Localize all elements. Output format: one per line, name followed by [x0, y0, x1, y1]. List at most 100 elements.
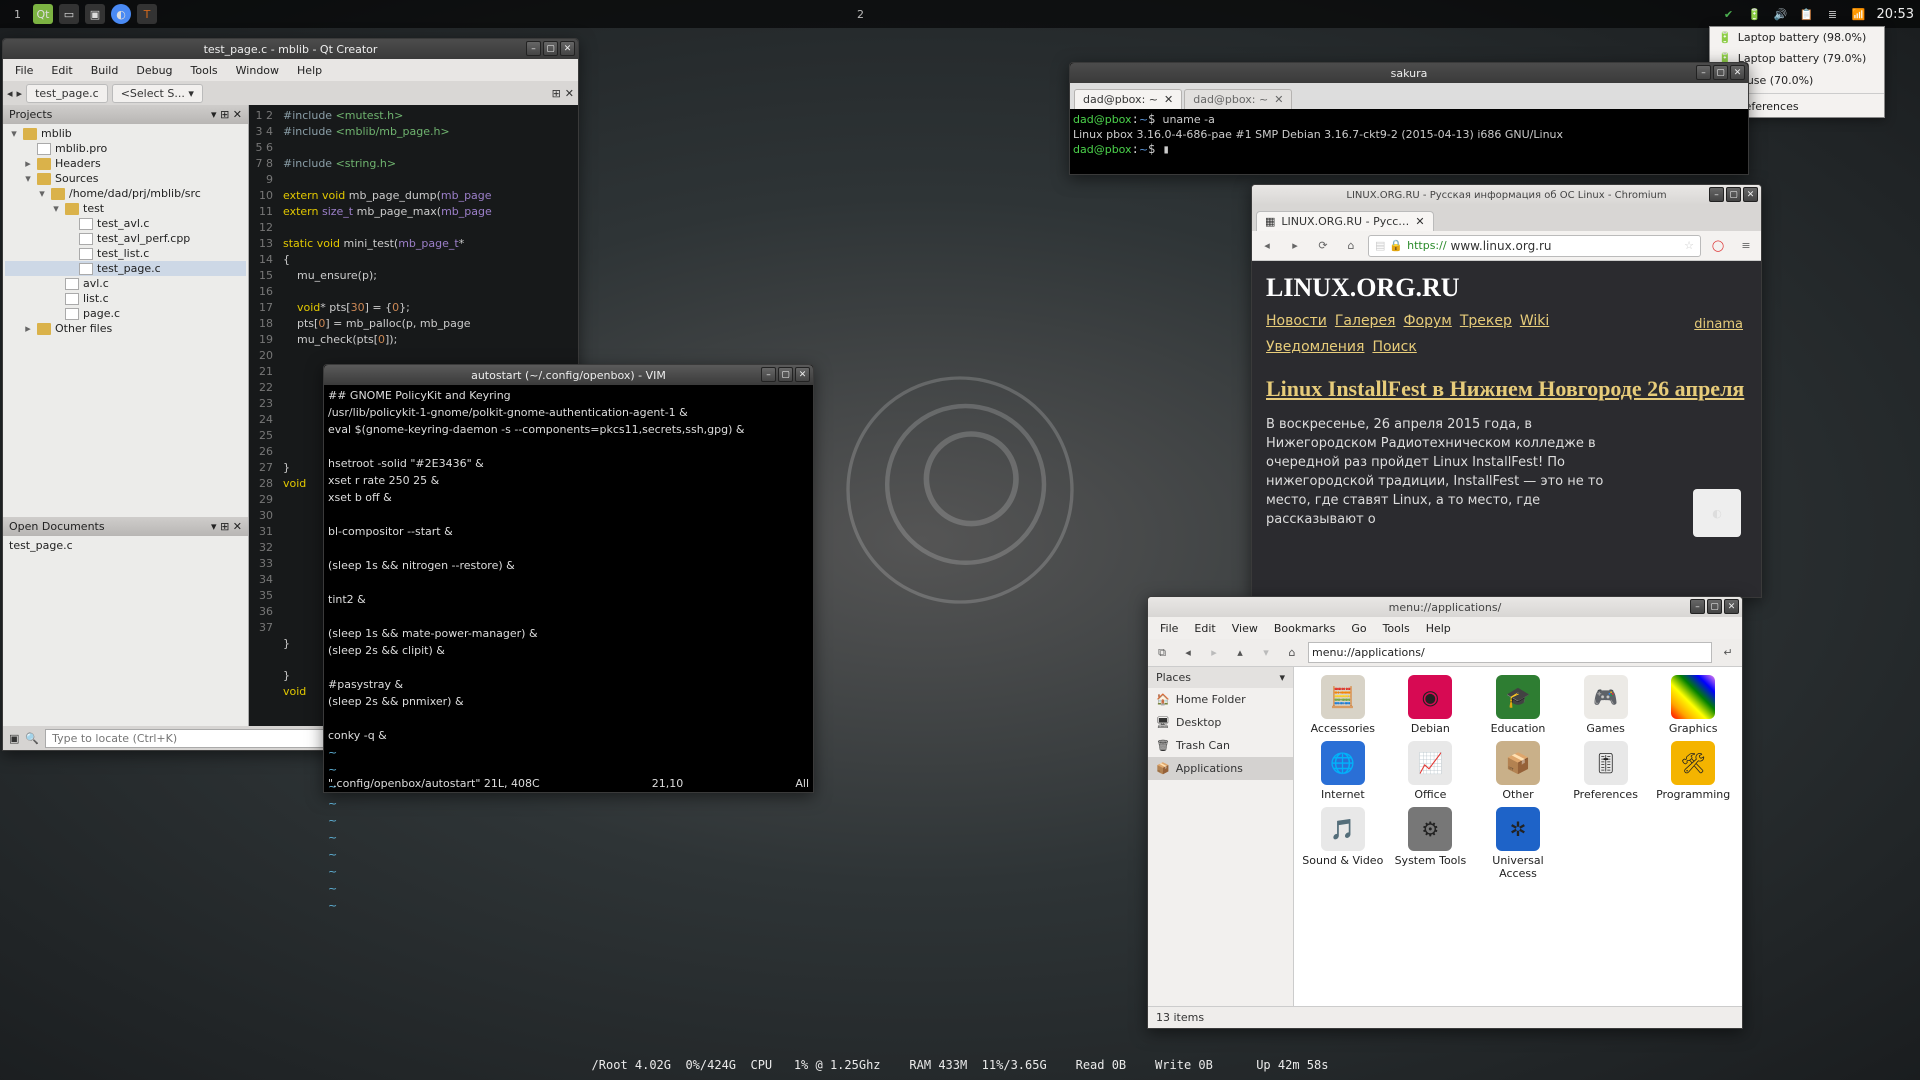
tray-clipboard-icon[interactable]: 📋: [1799, 6, 1815, 22]
app-chromium-icon[interactable]: ◐: [111, 4, 131, 24]
menu-go[interactable]: Go: [1343, 620, 1374, 637]
place-home-folder[interactable]: 🏠Home Folder: [1148, 688, 1293, 711]
menu-edit[interactable]: Edit: [1186, 620, 1223, 637]
menu-tools[interactable]: Tools: [1375, 620, 1418, 637]
nav-back-icon[interactable]: ◂: [1178, 643, 1198, 663]
tree-node[interactable]: ▸Headers: [5, 156, 246, 171]
minimize-button[interactable]: –: [1709, 187, 1724, 202]
close-button[interactable]: ✕: [1724, 599, 1739, 614]
vim-titlebar[interactable]: autostart (~/.config/openbox) - VIM – ▢ …: [324, 365, 813, 385]
tray-volume-icon[interactable]: 🔊: [1773, 6, 1789, 22]
nav-link[interactable]: Новости: [1266, 313, 1327, 329]
browser-tab[interactable]: ▦LINUX.ORG.RU - Русс…✕: [1256, 211, 1434, 231]
close-button[interactable]: ✕: [1743, 187, 1758, 202]
nav-fwd-icon[interactable]: ▸: [1204, 643, 1224, 663]
app-programming[interactable]: 🛠Programming: [1652, 741, 1734, 801]
nav-link[interactable]: Уведомления: [1266, 339, 1364, 355]
app-graphics[interactable]: Graphics: [1652, 675, 1734, 735]
editor-tab[interactable]: test_page.c: [26, 84, 108, 103]
tree-node[interactable]: ▸Other files: [5, 321, 246, 336]
panel-controls[interactable]: ▾ ⊞ ✕: [211, 520, 242, 533]
tree-node[interactable]: page.c: [5, 306, 246, 321]
app-internet[interactable]: 🌐Internet: [1302, 741, 1384, 801]
close-button[interactable]: ✕: [560, 41, 575, 56]
terminal-tab[interactable]: dad@pbox: ~✕: [1184, 89, 1292, 109]
app-editor-icon[interactable]: T: [137, 4, 157, 24]
place-applications[interactable]: 📦Applications: [1148, 757, 1293, 780]
open-documents-list[interactable]: test_page.c: [3, 536, 248, 726]
username-link[interactable]: dinama: [1694, 317, 1743, 332]
app-games[interactable]: 🎮Games: [1565, 675, 1647, 735]
maximize-button[interactable]: ▢: [1707, 599, 1722, 614]
app-accessories[interactable]: 🧮Accessories: [1302, 675, 1384, 735]
panel-controls[interactable]: ▾ ⊞ ✕: [211, 108, 242, 121]
nav-back-icon[interactable]: ◂: [7, 87, 13, 100]
tree-node[interactable]: avl.c: [5, 276, 246, 291]
menu-tools[interactable]: Tools: [183, 62, 226, 79]
maximize-button[interactable]: ▢: [778, 367, 793, 382]
tree-node[interactable]: test_avl.c: [5, 216, 246, 231]
menu-help[interactable]: Help: [1418, 620, 1459, 637]
menu-edit[interactable]: Edit: [43, 62, 80, 79]
nav-down-icon[interactable]: ▾: [1256, 643, 1276, 663]
tray-sync-icon[interactable]: ✔: [1721, 6, 1737, 22]
home-button[interactable]: ⌂: [1340, 235, 1362, 257]
select-symbol-dropdown[interactable]: <Select S... ▾: [112, 84, 203, 103]
site-logo[interactable]: LINUX.ORG.RU: [1266, 273, 1747, 303]
extension-icon[interactable]: ◯: [1707, 235, 1729, 257]
menu-icon[interactable]: ≡: [1735, 235, 1757, 257]
place-trash-can[interactable]: 🗑Trash Can: [1148, 734, 1293, 757]
clock[interactable]: 20:53: [1877, 7, 1914, 22]
app-other[interactable]: 📦Other: [1477, 741, 1559, 801]
app-sound---video[interactable]: 🎵Sound & Video: [1302, 807, 1384, 880]
path-input[interactable]: [1308, 642, 1712, 663]
terminal-output[interactable]: dad@pbox:~$ uname -a Linux pbox 3.16.0-4…: [1070, 109, 1748, 160]
maximize-button[interactable]: ▢: [543, 41, 558, 56]
nav-link[interactable]: Форум: [1403, 313, 1451, 329]
tree-node[interactable]: ▾test: [5, 201, 246, 216]
sakura-titlebar[interactable]: sakura – ▢ ✕: [1070, 63, 1748, 83]
bookmark-star-icon[interactable]: ☆: [1684, 239, 1694, 252]
chevron-down-icon[interactable]: ▾: [1279, 671, 1285, 684]
nav-link[interactable]: Трекер: [1460, 313, 1512, 329]
tray-network-icon[interactable]: ≣: [1825, 6, 1841, 22]
vim-buffer[interactable]: ## GNOME PolicyKit and Keyring /usr/lib/…: [324, 385, 813, 916]
tab-close-icon[interactable]: ✕: [1164, 93, 1173, 106]
qtcreator-titlebar[interactable]: test_page.c - mblib - Qt Creator – ▢ ✕: [3, 39, 578, 59]
app-files-icon[interactable]: ▭: [59, 4, 79, 24]
close-button[interactable]: ✕: [795, 367, 810, 382]
tree-node[interactable]: test_list.c: [5, 246, 246, 261]
close-tab-icon[interactable]: ✕: [565, 87, 574, 100]
app-universal-access[interactable]: ✲Universal Access: [1477, 807, 1559, 880]
url-input[interactable]: [1451, 239, 1681, 253]
menu-build[interactable]: Build: [83, 62, 127, 79]
minimize-button[interactable]: –: [1690, 599, 1705, 614]
menu-debug[interactable]: Debug: [128, 62, 180, 79]
go-icon[interactable]: ↵: [1718, 643, 1738, 663]
nav-link[interactable]: Галерея: [1335, 313, 1396, 329]
menu-file[interactable]: File: [1152, 620, 1186, 637]
tree-node[interactable]: ▾/home/dad/prj/mblib/src: [5, 186, 246, 201]
tree-node[interactable]: test_page.c: [5, 261, 246, 276]
app-system-tools[interactable]: ⚙System Tools: [1390, 807, 1472, 880]
addressbar[interactable]: ▤ 🔒 https:// ☆: [1368, 235, 1701, 257]
maximize-button[interactable]: ▢: [1713, 65, 1728, 80]
tray-battery-icon[interactable]: 🔋: [1747, 6, 1763, 22]
tab-close-icon[interactable]: ✕: [1415, 215, 1424, 228]
app-office[interactable]: 📈Office: [1390, 741, 1472, 801]
workspace-2[interactable]: 2: [857, 8, 864, 21]
minimize-button[interactable]: –: [761, 367, 776, 382]
tree-node[interactable]: test_avl_perf.cpp: [5, 231, 246, 246]
minimize-button[interactable]: –: [1696, 65, 1711, 80]
tree-node[interactable]: ▾mblib: [5, 126, 246, 141]
filemanager-titlebar[interactable]: menu://applications/ – ▢ ✕: [1148, 597, 1742, 617]
menu-view[interactable]: View: [1224, 620, 1266, 637]
split-icon[interactable]: ⊞: [552, 87, 561, 100]
tree-node[interactable]: list.c: [5, 291, 246, 306]
chromium-titlebar[interactable]: LINUX.ORG.RU - Русская информация об ОС …: [1252, 185, 1761, 205]
home-icon[interactable]: ⌂: [1282, 643, 1302, 663]
article-title[interactable]: Linux InstallFest в Нижнем Новгороде 26 …: [1266, 375, 1747, 403]
minimize-button[interactable]: –: [526, 41, 541, 56]
tree-node[interactable]: ▾Sources: [5, 171, 246, 186]
back-button[interactable]: ◂: [1256, 235, 1278, 257]
